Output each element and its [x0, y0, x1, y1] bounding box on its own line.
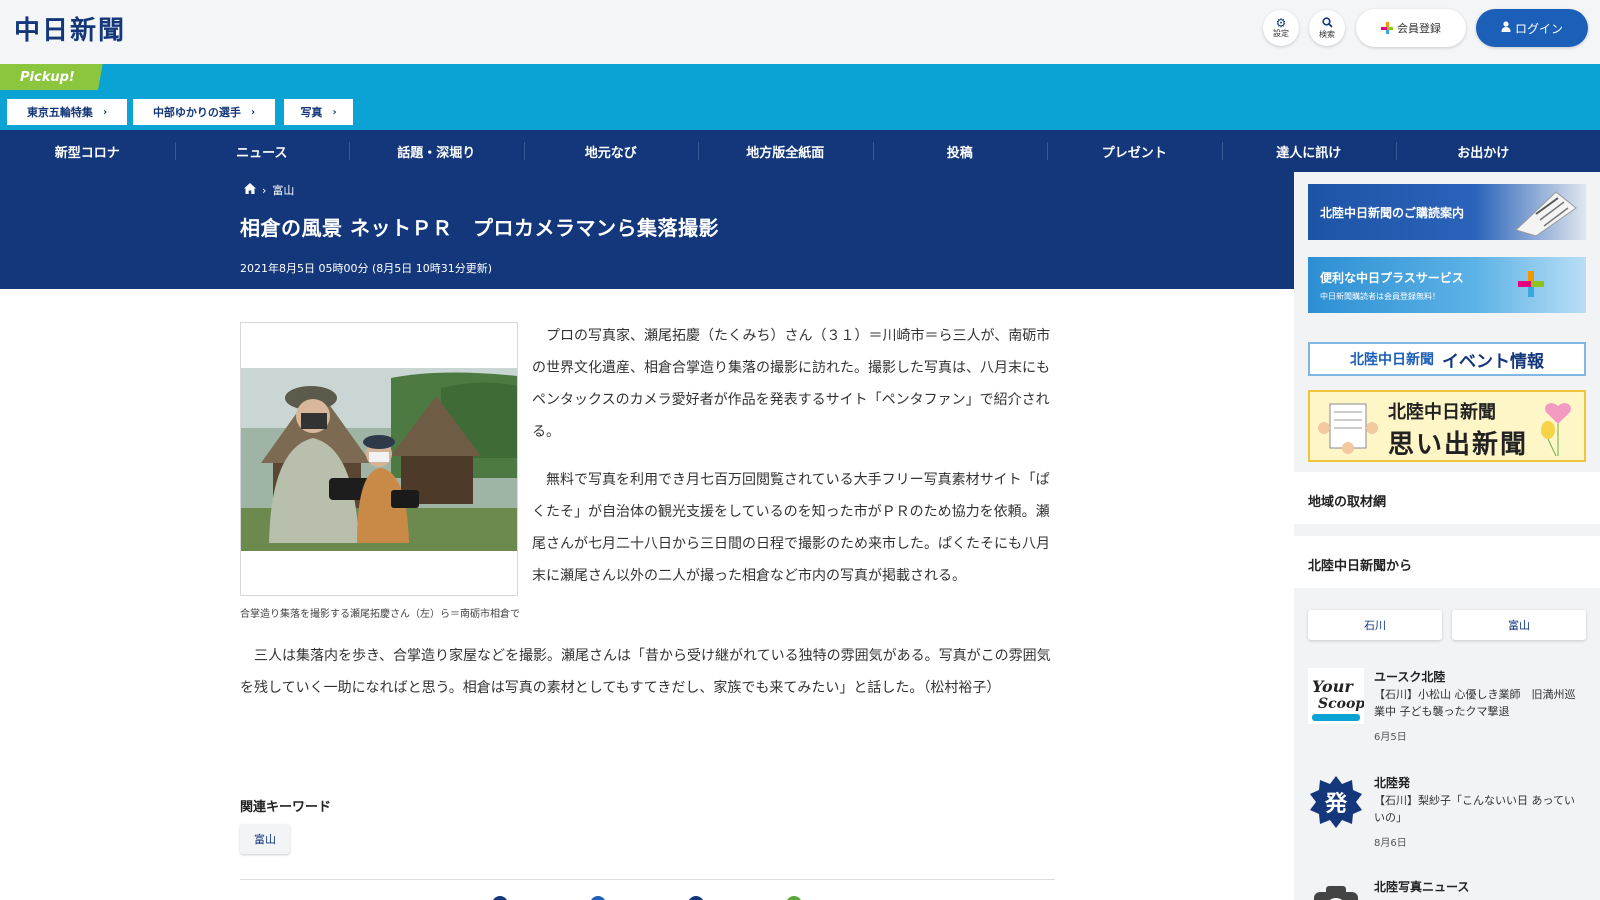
- feed-item[interactable]: 北陸写真ニュース: [1294, 878, 1600, 900]
- feed-item[interactable]: Your Scoop ユースク北陸 【石川】小松山 心優しき業師 旧満州巡業中 …: [1294, 668, 1600, 768]
- login-button[interactable]: ログイン: [1476, 9, 1588, 47]
- nav-presents[interactable]: プレゼント: [1047, 130, 1222, 172]
- feed-date: 6月5日: [1374, 732, 1407, 743]
- newspaper-icon: [1515, 191, 1577, 236]
- login-label: ログイン: [1514, 21, 1563, 36]
- memory-newspaper-banner[interactable]: 北陸中日新聞 思い出新聞: [1308, 390, 1586, 462]
- pickup-tag-label: 中部ゆかりの選手: [152, 106, 241, 119]
- article-paragraph-1: プロの写真家、瀬尾拓慶（たくみち）さん（３１）＝川崎市＝ら三人が、南砺市の世界文…: [532, 328, 1051, 440]
- nav-submissions[interactable]: 投稿: [872, 130, 1048, 172]
- hokuriku-heading: 北陸中日新聞から: [1308, 559, 1413, 574]
- event-banner-title: イベント情報: [1442, 351, 1544, 372]
- chunichi-plus-banner[interactable]: 便利な中日プラスサービス 中日新聞購読者は会員登録無料！: [1308, 257, 1586, 313]
- register-button[interactable]: 会員登録: [1356, 9, 1466, 47]
- pickup-tag-photos[interactable]: 写真 ›: [284, 99, 353, 125]
- feed-date: 8月6日: [1374, 838, 1407, 849]
- article-date: 2021年8月5日 05時00分 (8月5日 10時31分更新): [240, 262, 493, 275]
- settings-button[interactable]: ⚙ 設定: [1263, 10, 1299, 46]
- pickup-tag-olympics[interactable]: 東京五輪特集 ›: [7, 99, 127, 125]
- feed-title: 北陸発: [1374, 776, 1411, 790]
- feed-text: 【石川】梨紗子「こんないい日 あっていいの」: [1374, 794, 1575, 824]
- yourscoop-logo-icon: Your Scoop: [1308, 668, 1365, 724]
- breadcrumb-separator-icon: ›: [262, 183, 267, 197]
- memory-banner-brand: 北陸中日新聞: [1388, 402, 1496, 423]
- chevron-right-icon: ›: [102, 106, 108, 118]
- subscription-banner[interactable]: 北陸中日新聞のご購読案内: [1308, 184, 1586, 240]
- tab-ishikawa[interactable]: 石川: [1308, 610, 1442, 640]
- nav-topics[interactable]: 話題・深堀り: [349, 130, 524, 172]
- site-logo[interactable]: 中日新聞: [14, 10, 126, 47]
- feed-text: 【石川】小松山 心優しき業師 旧満州巡業中 子ども襲ったクマ撃退: [1374, 688, 1576, 718]
- article-photo-frame[interactable]: [240, 322, 518, 596]
- plus-logo-icon: [1518, 271, 1544, 297]
- chevron-right-icon: ›: [332, 106, 337, 118]
- camera-icon: [1308, 878, 1364, 900]
- feed-title: ユースク北陸: [1374, 670, 1446, 684]
- share-button-2[interactable]: [590, 896, 606, 900]
- article-title: 相倉の風景 ネットＰＲ プロカメラマンら集落撮影: [240, 216, 719, 240]
- article-paragraph-2: 無料で写真を利用でき月七百万回閲覧されている大手フリー写真素材サイト「ぱくたそ」…: [532, 472, 1050, 584]
- breadcrumb-item[interactable]: 富山: [272, 182, 294, 198]
- svg-text:Scoop: Scoop: [1318, 696, 1364, 712]
- region-network-section: 地域の取材網: [1294, 472, 1600, 524]
- pickup-bar: Pickup! 東京五輪特集 › 中部ゆかりの選手 › 写真 ›: [0, 64, 1600, 130]
- global-nav: 新型コロナ ニュース 話題・深堀り 地元なび 地方版全紙面 投稿 プレゼント 達…: [0, 130, 1600, 172]
- home-icon[interactable]: [244, 183, 256, 197]
- memory-banner-title: 思い出新聞: [1388, 430, 1529, 460]
- user-icon: [1501, 21, 1511, 35]
- hokuriku-hatsu-badge-icon: 発: [1308, 774, 1364, 830]
- feed-item[interactable]: 発 北陸発 【石川】梨紗子「こんないい日 あっていいの」 8月6日: [1294, 774, 1600, 874]
- share-button-3[interactable]: [688, 896, 704, 900]
- pickup-label: Pickup!: [0, 64, 112, 90]
- pickup-tag-label: 写真: [300, 106, 323, 119]
- chunichi-plus-banner-subtext: 中日新聞購読者は会員登録無料！: [1320, 292, 1440, 301]
- svg-text:発: 発: [1324, 792, 1348, 817]
- search-button[interactable]: 検索: [1309, 10, 1345, 46]
- article-divider: [240, 879, 1055, 880]
- feed-title: 北陸写真ニュース: [1374, 880, 1470, 894]
- article-photo[interactable]: [241, 368, 517, 551]
- nav-covid[interactable]: 新型コロナ: [0, 130, 175, 172]
- keyword-tag-toyama[interactable]: 富山: [240, 824, 290, 854]
- share-button-1[interactable]: [492, 896, 508, 900]
- nav-news[interactable]: ニュース: [174, 130, 350, 172]
- event-info-banner[interactable]: 北陸中日新聞 イベント情報: [1308, 342, 1586, 376]
- plus-logo-icon: [1381, 22, 1393, 34]
- tab-toyama[interactable]: 富山: [1452, 610, 1586, 640]
- nav-outings[interactable]: お出かけ: [1396, 130, 1571, 172]
- chevron-right-icon: ›: [250, 106, 256, 118]
- hokuriku-section: 北陸中日新聞から: [1294, 536, 1600, 588]
- balloon-icon: [1541, 403, 1571, 457]
- search-label: 検索: [1319, 29, 1335, 39]
- event-banner-brand: 北陸中日新聞: [1350, 352, 1434, 368]
- nav-experts[interactable]: 達人に訊け: [1221, 130, 1397, 172]
- share-button-4[interactable]: [786, 896, 802, 900]
- nav-local[interactable]: 地元なび: [523, 130, 699, 172]
- search-icon: [1321, 16, 1333, 30]
- register-label: 会員登録: [1397, 22, 1441, 35]
- breadcrumb: › 富山: [244, 182, 294, 198]
- pickup-tag-label: 東京五輪特集: [26, 106, 93, 119]
- related-keywords-title: 関連キーワード: [240, 800, 332, 815]
- settings-label: 設定: [1273, 29, 1289, 38]
- article-paragraph-3: 三人は集落内を歩き、合掌造り家屋などを撮影。瀬尾さんは「昔から受け継がれている独…: [240, 648, 1051, 696]
- photo-caption: 合掌造り集落を撮影する瀬尾拓慶さん（左）ら＝南砺市相倉で: [240, 609, 520, 620]
- family-illustration-icon: [1318, 403, 1378, 454]
- chunichi-plus-banner-text: 便利な中日プラスサービス: [1320, 271, 1464, 285]
- pickup-tag-athletes[interactable]: 中部ゆかりの選手 ›: [133, 99, 275, 125]
- gear-icon: ⚙: [1275, 16, 1287, 30]
- top-header: 中日新聞 ⚙ 設定 検索 会員登録 ログイン: [0, 0, 1600, 64]
- article-header: › 富山 相倉の風景 ネットＰＲ プロカメラマンら集落撮影 2021年8月5日 …: [0, 172, 1294, 289]
- nav-regional-editions[interactable]: 地方版全紙面: [698, 130, 873, 172]
- svg-text:Your: Your: [1312, 677, 1354, 696]
- subscription-banner-text: 北陸中日新聞のご購読案内: [1320, 206, 1465, 220]
- region-network-heading[interactable]: 地域の取材網: [1308, 491, 1386, 510]
